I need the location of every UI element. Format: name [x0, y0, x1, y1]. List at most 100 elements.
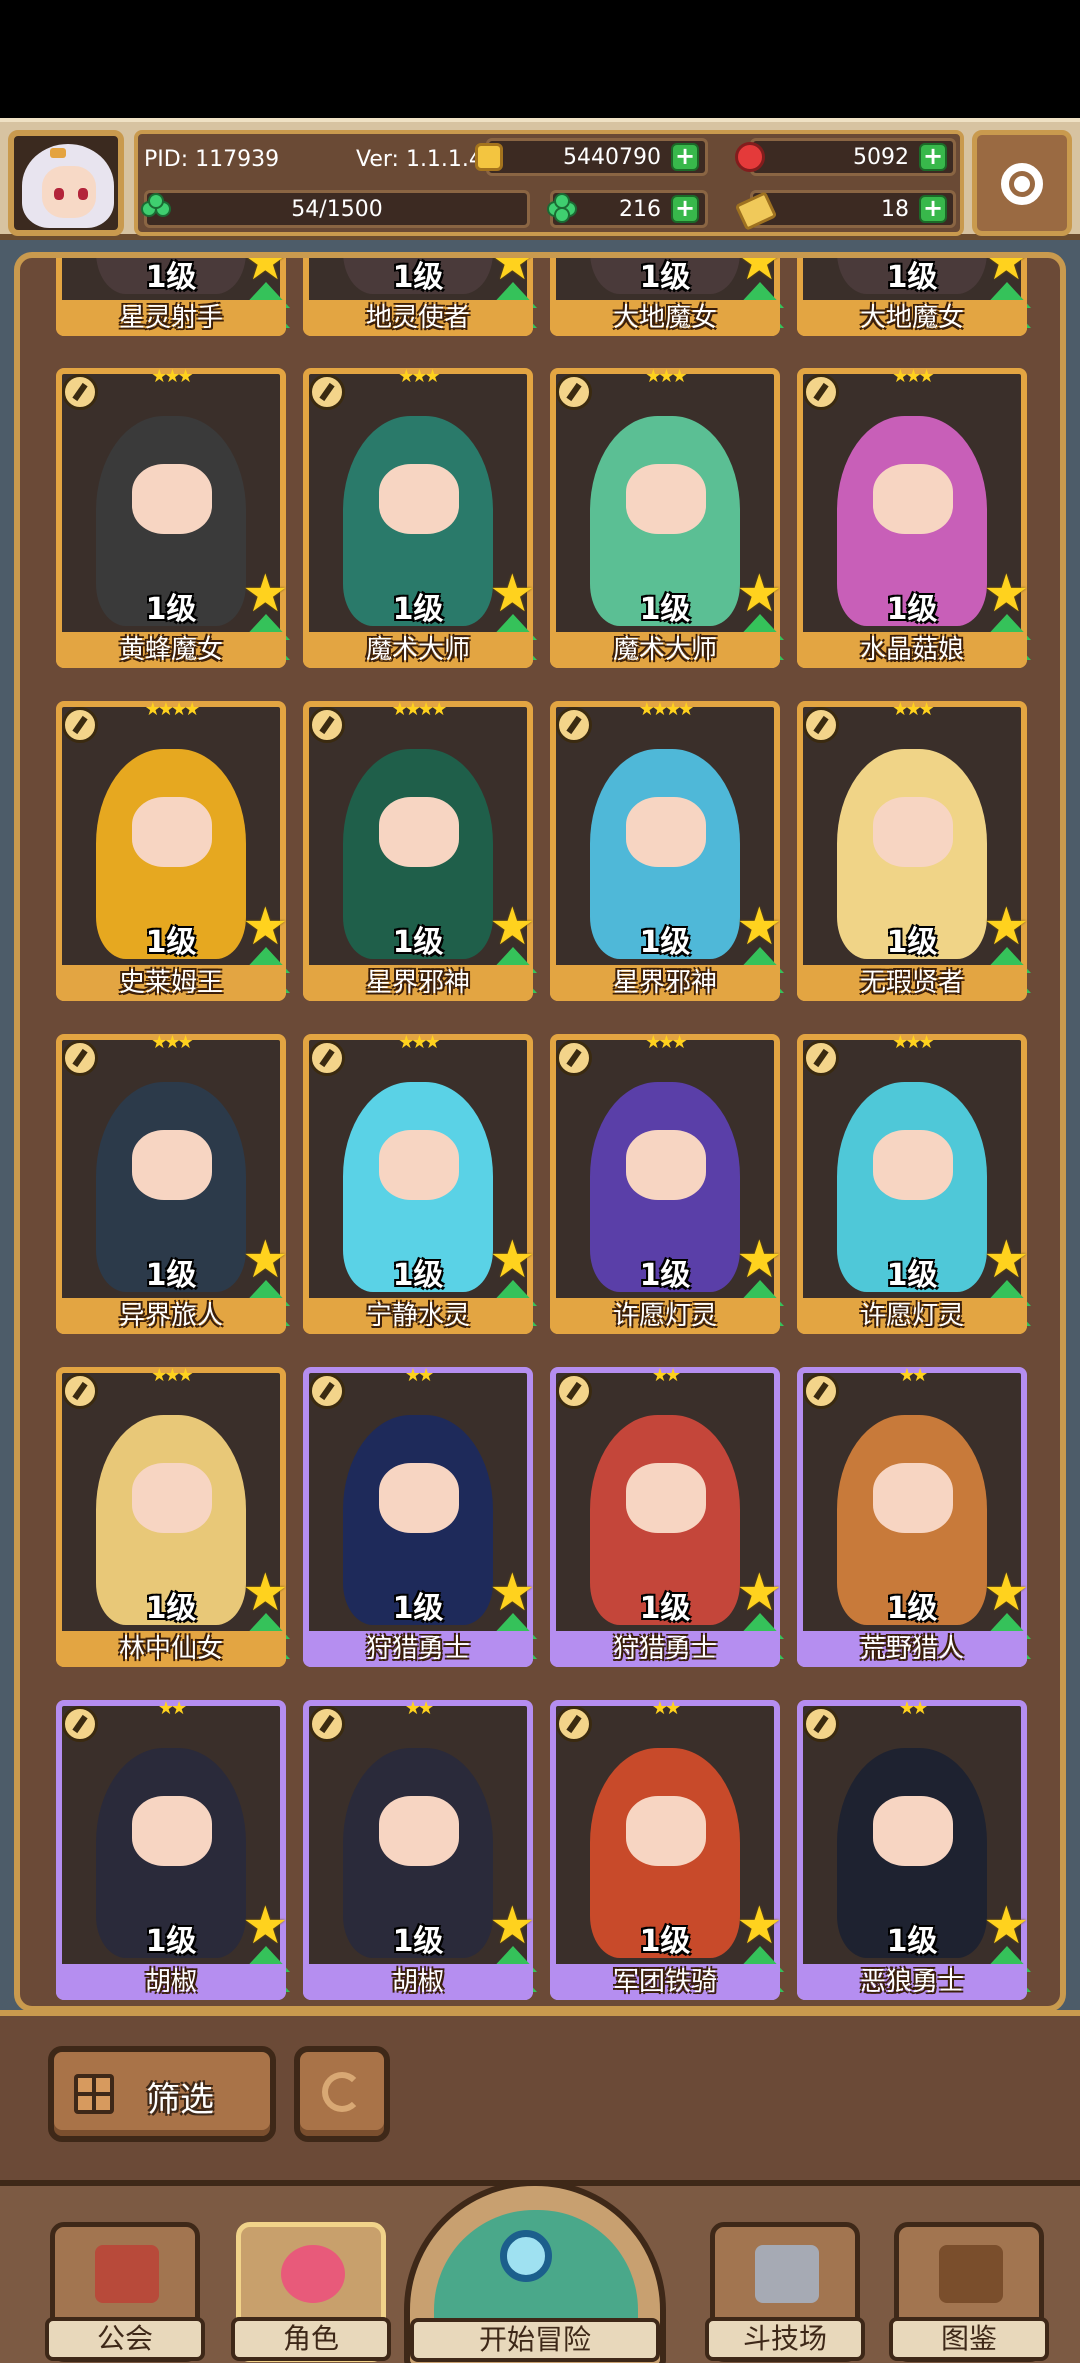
- ticket-amount: 18: [881, 196, 909, 222]
- card-name: 无瑕贤者: [797, 965, 1027, 1001]
- class-badge-icon: [556, 707, 592, 743]
- star-upgrade-icon: ★: [242, 897, 289, 957]
- card-name: 许愿灯灵: [550, 1298, 780, 1334]
- character-card[interactable]: 1级 ★★★ ★ 许愿灯灵: [550, 1034, 784, 1334]
- red-gem-icon: [735, 142, 765, 172]
- star-upgrade-icon: ★: [736, 1230, 783, 1290]
- refresh-button[interactable]: [294, 2046, 390, 2142]
- rarity-stars: ★★★: [645, 366, 687, 387]
- character-card[interactable]: 1级 ★ 大地魔女: [797, 258, 1031, 336]
- class-badge-icon: [803, 1040, 839, 1076]
- rarity-stars: ★★: [404, 1698, 434, 1719]
- portrait-face: [873, 797, 953, 867]
- rarity-stars: ★★: [898, 1698, 928, 1719]
- star-upgrade-icon: ★: [489, 564, 536, 624]
- ticket-icon: [734, 191, 778, 231]
- gold-coin-icon: [475, 143, 503, 171]
- nav-guild-label: 公会: [45, 2317, 205, 2361]
- class-badge-icon: [556, 1373, 592, 1409]
- nav-character[interactable]: 角色: [231, 2222, 391, 2362]
- character-card[interactable]: 1级 ★ 地灵使者: [303, 258, 537, 336]
- star-upgrade-icon: ★: [242, 1563, 289, 1623]
- star-upgrade-icon: ★: [242, 1896, 289, 1956]
- add-gold-button[interactable]: +: [671, 143, 699, 171]
- character-card[interactable]: 1级 ★★★ ★ 黄蜂魔女: [56, 368, 290, 668]
- card-name: 军团铁骑: [550, 1964, 780, 2000]
- character-card[interactable]: 1级 ★★★ ★ 宁静水灵: [303, 1034, 537, 1334]
- rarity-stars: ★★★: [892, 699, 934, 720]
- add-gems-button[interactable]: +: [919, 143, 947, 171]
- character-card[interactable]: 1级 ★★ ★ 狩猎勇士: [303, 1367, 537, 1667]
- class-badge-icon: [62, 374, 98, 410]
- character-card[interactable]: 1级 ★ 大地魔女: [550, 258, 784, 336]
- character-card[interactable]: 1级 ★★★ ★ 无瑕贤者: [797, 699, 1031, 1001]
- character-card[interactable]: 1级 ★★★★ ★ 史莱姆王: [56, 699, 290, 1001]
- character-card[interactable]: 1级 ★★ ★ 恶狼勇士: [797, 1698, 1031, 2000]
- character-card[interactable]: 1级 ★★ ★ 胡椒: [303, 1698, 537, 2000]
- top-resource-bar: PID: 117939 Ver: 1.1.1.4 5440790 + 5092 …: [0, 118, 1080, 240]
- list-controls: 筛选: [0, 2010, 1080, 2180]
- settings-button[interactable]: [972, 130, 1072, 236]
- star-upgrade-icon: ★: [983, 1563, 1030, 1623]
- avatar-eye: [78, 188, 88, 200]
- card-name: 水晶菇娘: [797, 632, 1027, 668]
- gold-field: 5440790 +: [475, 138, 708, 176]
- gold-amount: 5440790: [563, 144, 661, 170]
- player-avatar[interactable]: [8, 130, 124, 236]
- rarity-stars: ★★★: [151, 1032, 193, 1053]
- nav-arena[interactable]: 斗技场: [705, 2222, 865, 2362]
- card-name: 大地魔女: [550, 300, 780, 336]
- character-card[interactable]: 1级 ★★★ ★ 许愿灯灵: [797, 1032, 1031, 1334]
- character-card[interactable]: 1级 ★ 星灵射手: [56, 258, 290, 336]
- clover-field: 216 +: [547, 190, 708, 228]
- clover-amount: 216: [619, 196, 661, 222]
- ticket-field: 18 +: [734, 190, 956, 231]
- character-card[interactable]: 1级 ★★ ★ 军团铁骑: [550, 1700, 784, 2000]
- filter-button[interactable]: 筛选: [48, 2046, 276, 2142]
- class-badge-icon: [556, 374, 592, 410]
- character-card[interactable]: 1级 ★★★ ★ 魔术大师: [550, 366, 784, 668]
- card-name: 宁静水灵: [303, 1298, 533, 1334]
- card-name: 胡椒: [303, 1964, 533, 2000]
- rarity-stars: ★★★★: [638, 699, 695, 720]
- card-name: 史莱姆王: [56, 965, 286, 1001]
- add-clover-button[interactable]: +: [671, 195, 699, 223]
- character-card[interactable]: 1级 ★★★★ ★ 星界邪神: [303, 701, 537, 1001]
- card-name: 胡椒: [56, 1964, 286, 2000]
- card-name: 荒野猎人: [797, 1631, 1027, 1667]
- star-upgrade-icon: ★: [736, 897, 783, 957]
- character-card[interactable]: 1级 ★★ ★ 狩猎勇士: [550, 1367, 784, 1667]
- character-card[interactable]: 1级 ★★★ ★ 魔术大师: [303, 366, 537, 668]
- class-badge-icon: [556, 1040, 592, 1076]
- refresh-icon: [322, 2072, 362, 2112]
- star-upgrade-icon: ★: [489, 1230, 536, 1290]
- rarity-stars: ★★★★: [144, 699, 201, 720]
- add-tickets-button[interactable]: +: [919, 195, 947, 223]
- start-adventure-button[interactable]: 开始冒险: [404, 2180, 666, 2363]
- character-card[interactable]: 1级 ★★ ★ 胡椒: [56, 1698, 290, 2000]
- character-card[interactable]: 1级 ★★★★ ★ 星界邪神: [550, 699, 784, 1001]
- card-name: 魔术大师: [550, 632, 780, 668]
- portrait-face: [132, 1463, 212, 1533]
- gear-icon: [1001, 163, 1043, 205]
- character-card[interactable]: 1级 ★★★ ★ 异界旅人: [56, 1032, 290, 1334]
- version-text: Ver: 1.1.1.4: [356, 146, 483, 172]
- rarity-stars: ★★★: [398, 366, 440, 387]
- rarity-stars: ★★★: [892, 1032, 934, 1053]
- character-card[interactable]: 1级 ★★★ ★ 水晶菇娘: [797, 368, 1031, 668]
- card-name: 狩猎勇士: [303, 1631, 533, 1667]
- character-card[interactable]: 1级 ★★★ ★ 林中仙女: [56, 1367, 290, 1667]
- portrait-face: [379, 1463, 459, 1533]
- rarity-stars: ★★: [157, 1698, 187, 1719]
- character-grid-frame[interactable]: 1级 ★ 星灵射手 1级 ★ 地灵使者 1级 ★ 大地魔女 1级 ★ 大地魔女 1级 ★★★ ★ 黄蜂魔女 1级…: [14, 252, 1066, 2012]
- character-card[interactable]: 1级 ★★ ★ 荒野猎人: [797, 1367, 1031, 1667]
- filter-label: 筛选: [146, 2080, 214, 2120]
- version-field: Ver: 1.1.1.4: [356, 140, 486, 178]
- portrait-face: [626, 1796, 706, 1866]
- nav-codex[interactable]: 图鉴: [889, 2222, 1049, 2362]
- nav-guild[interactable]: 公会: [45, 2222, 205, 2362]
- card-name: 星灵射手: [56, 300, 286, 336]
- player-info-panel: PID: 117939 Ver: 1.1.1.4 5440790 + 5092 …: [134, 130, 964, 236]
- class-badge-icon: [803, 1373, 839, 1409]
- class-badge-icon: [803, 374, 839, 410]
